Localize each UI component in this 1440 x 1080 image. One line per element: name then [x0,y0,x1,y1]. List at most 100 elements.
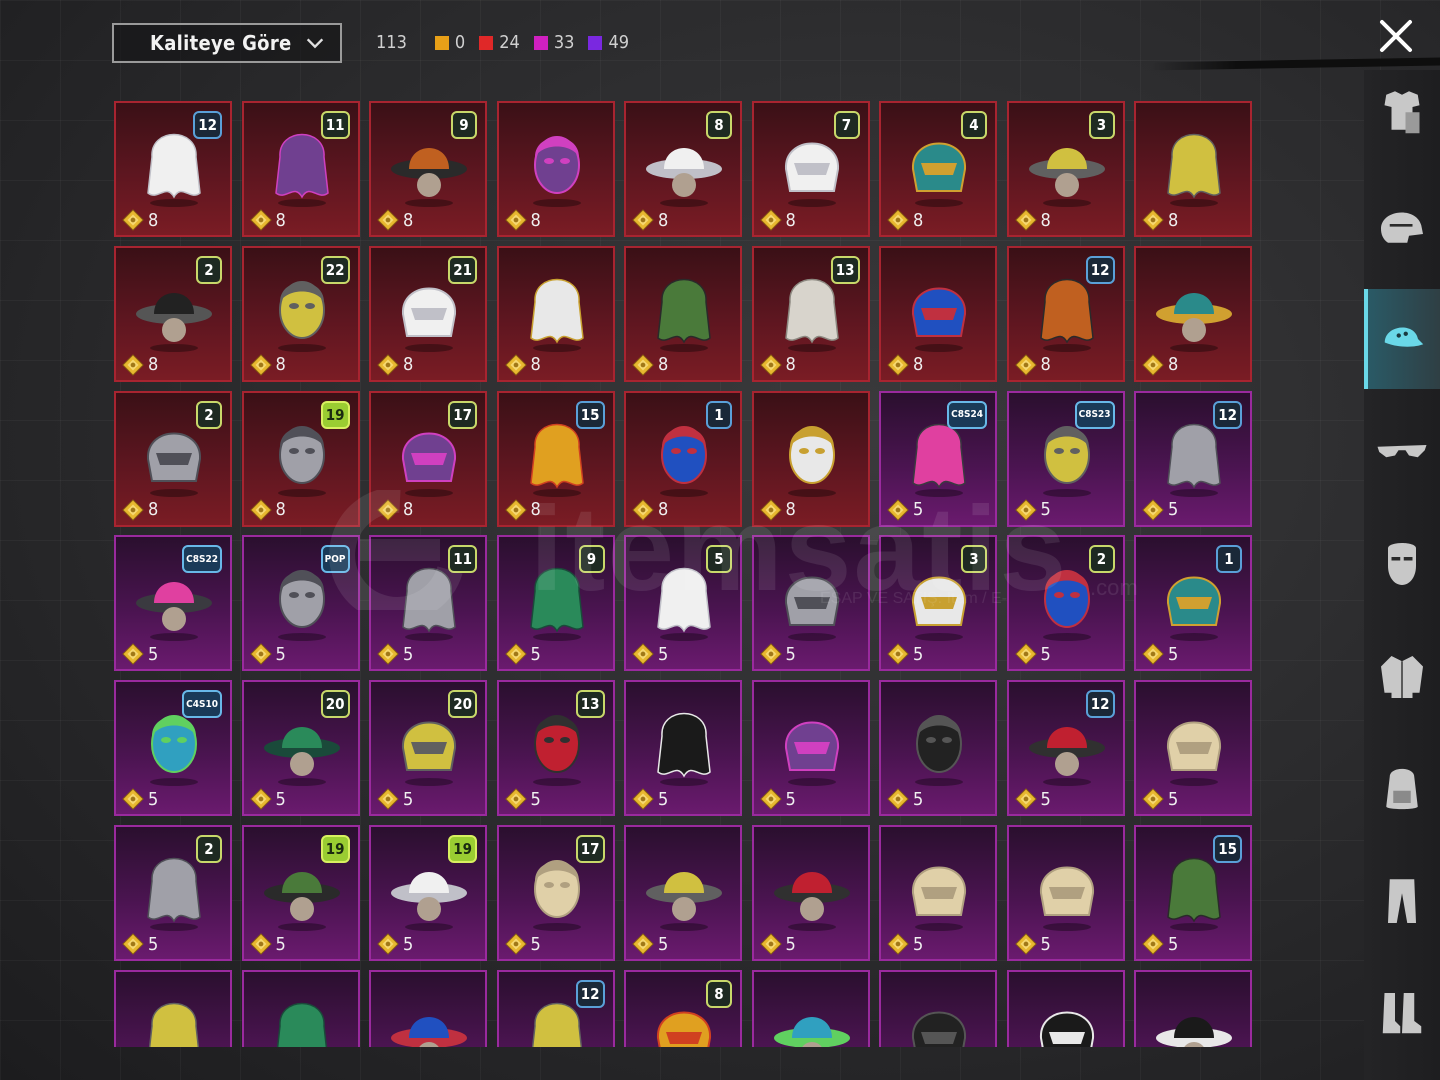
sidebar-category-helmet[interactable] [1364,177,1440,277]
item-card[interactable]: 48 [879,101,997,237]
item-cost: 5 [122,933,158,955]
item-card[interactable]: 28 [114,245,232,382]
season-badge: 12 [193,111,222,139]
item-card[interactable]: 5 [624,680,742,817]
item-card[interactable]: 13 8 [751,245,870,382]
item-cost: 8 [1014,209,1051,231]
item-cost: 5 [887,498,923,521]
item-card[interactable]: 19 5 [369,825,487,961]
item-card[interactable]: 15 8 [496,390,615,527]
white-cowboy-hat-icon [532,136,581,207]
upgrade-coin-icon [249,788,272,810]
item-card[interactable]: 35 [879,535,997,672]
item-card[interactable] [241,969,360,1047]
sidebar-category-outfit[interactable] [1364,64,1440,164]
item-card[interactable]: 25 [1006,535,1125,672]
sort-dropdown[interactable]: Kaliteye Göre [112,23,342,63]
item-card[interactable]: 20 5 [369,680,487,817]
sidebar-category-sunglasses[interactable] [1364,402,1440,502]
item-card[interactable] [751,969,870,1047]
item-cost-value: 5 [785,643,796,665]
item-card[interactable]: 17 5 [496,825,615,961]
item-card[interactable]: 18 [624,390,742,527]
sidebar-category-cap[interactable] [1364,289,1440,389]
item-card[interactable]: 12 8 [114,101,232,237]
item-card[interactable]: 38 [1006,101,1125,237]
item-card[interactable]: 8 [1134,101,1252,237]
item-card[interactable]: C8S23 5 [1006,390,1125,527]
season-badge: 2 [196,835,222,863]
sidebar-category-backpack[interactable] [1364,739,1440,839]
item-card[interactable]: 5 [1006,825,1125,961]
item-card[interactable]: 88 [624,101,742,237]
item-cost-value: 8 [530,499,541,521]
sidebar-category-boots[interactable] [1364,964,1440,1064]
item-card[interactable]: 19 5 [241,825,360,961]
item-card[interactable]: 5 [751,680,870,817]
item-cost-value: 8 [785,209,796,231]
item-card[interactable] [114,969,232,1047]
item-card[interactable]: 20 5 [241,680,360,817]
item-cost-value: 8 [1040,209,1051,231]
item-card[interactable]: 21 8 [369,245,487,382]
item-cost-value: 8 [1168,354,1179,376]
item-cost: 5 [887,933,923,955]
item-card[interactable]: 8 [1134,245,1252,382]
item-card[interactable]: 13 5 [496,680,615,817]
item-card[interactable]: 5 [879,680,997,817]
sidebar-category-mask[interactable] [1364,514,1440,614]
season-badge: 19 [320,835,350,863]
item-card[interactable]: 5 [624,825,742,961]
item-card[interactable]: 15 5 [1134,825,1252,961]
item-card[interactable]: 22 8 [241,245,360,382]
upgrade-coin-icon [122,209,144,231]
season-badge: 5 [706,545,732,574]
item-card[interactable]: 98 [369,101,487,237]
item-card[interactable]: 8 [496,101,615,237]
item-card[interactable]: 55 [624,535,742,672]
item-card[interactable]: 19 8 [241,390,360,527]
item-card[interactable]: 78 [751,101,870,237]
item-cost: 5 [887,643,923,666]
item-card[interactable]: 11 8 [241,101,360,237]
item-card[interactable]: 8 [496,245,615,382]
item-card[interactable]: 5 [1134,680,1252,817]
item-card[interactable]: 5 [879,825,997,961]
item-card[interactable]: 5 [751,535,870,672]
item-card[interactable]: 95 [496,535,615,672]
item-card[interactable]: 8 [879,245,997,382]
item-cost-value: 8 [275,354,286,376]
item-card[interactable]: C8S22 5 [114,535,232,672]
item-card[interactable]: 17 8 [369,390,487,527]
season-badge: 15 [575,400,605,429]
red-space-helmet-icon [657,278,711,352]
season-badge: C8S22 [182,545,222,574]
item-card[interactable]: POP 5 [241,535,360,672]
item-card[interactable]: 5 [751,825,870,961]
item-card[interactable]: 12 [496,969,615,1047]
item-card[interactable]: 12 5 [1134,390,1252,527]
sidebar-category-pants[interactable] [1364,852,1440,952]
upgrade-coin-icon [504,933,527,955]
sidebar-category-jacket[interactable] [1364,627,1440,727]
item-card[interactable]: 8 [751,390,870,527]
item-card[interactable] [879,969,997,1047]
item-card[interactable]: 8 [624,245,742,382]
item-card[interactable]: 12 8 [1006,245,1125,382]
item-card[interactable]: 25 [114,825,232,961]
item-card[interactable]: 11 5 [369,535,487,672]
item-card[interactable]: C4S10 5 [114,680,232,817]
item-cost-value: 5 [1040,933,1051,955]
item-card[interactable]: 28 [114,390,232,527]
item-card[interactable]: 15 [1134,535,1252,672]
item-card[interactable]: 8 [624,969,742,1047]
upgrade-coin-icon [504,643,527,666]
item-card[interactable] [1006,969,1125,1047]
close-icon[interactable] [1376,16,1416,56]
item-cost: 8 [122,498,158,521]
item-card[interactable] [369,969,487,1047]
item-card[interactable]: C8S24 5 [879,390,997,527]
season-badge: 12 [575,979,605,1008]
item-card[interactable] [1134,969,1252,1047]
item-card[interactable]: 12 5 [1006,680,1125,817]
